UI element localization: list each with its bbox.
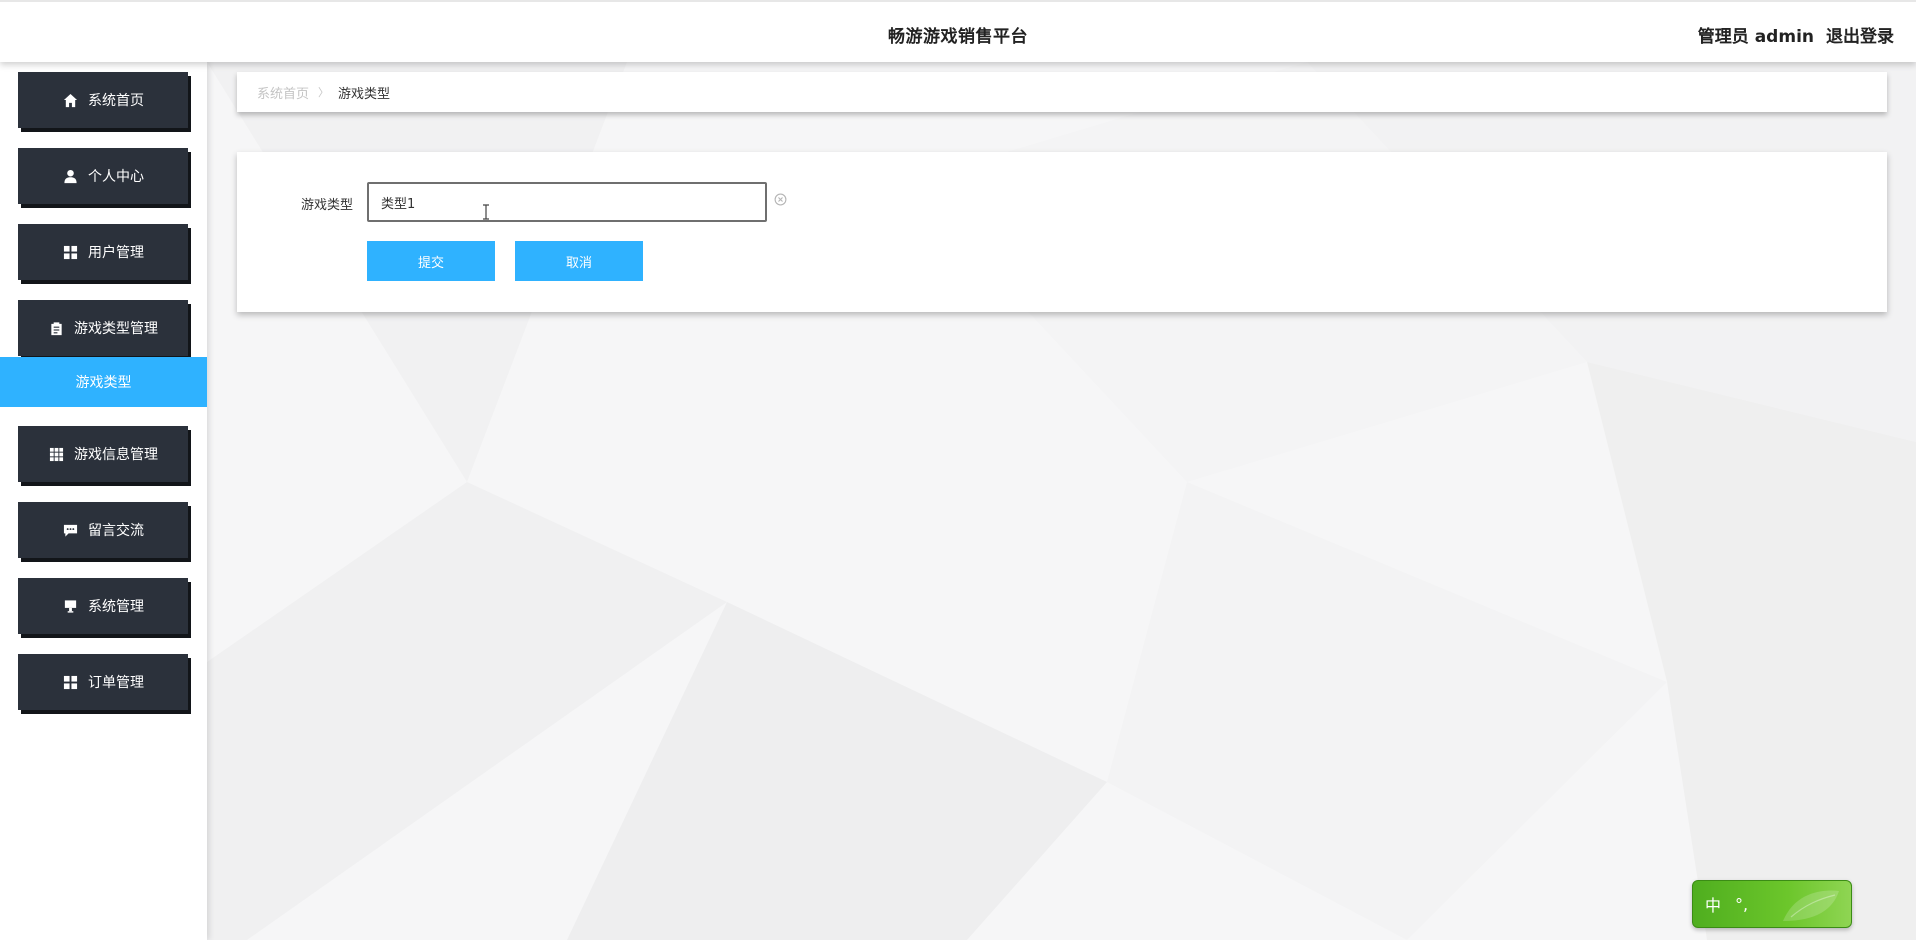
logout-link[interactable]: 退出登录 <box>1826 22 1894 47</box>
top-header: 畅游游戏销售平台 管理员 admin 退出登录 <box>0 0 1916 62</box>
sidebar-subitem-game-type[interactable]: 游戏类型 <box>0 357 207 407</box>
submit-button[interactable]: 提交 <box>367 241 495 281</box>
leaf-icon <box>1777 887 1843 927</box>
sidebar-item-system-management[interactable]: 系统管理 <box>18 578 188 634</box>
home-icon <box>62 92 78 108</box>
sidebar-item-messages[interactable]: 留言交流 <box>18 502 188 558</box>
sidebar-item-label: 订单管理 <box>88 675 144 691</box>
sidebar-item-game-info-management[interactable]: 游戏信息管理 <box>18 426 188 482</box>
sidebar-subitem-label: 游戏类型 <box>75 375 132 391</box>
chat-icon <box>62 522 78 538</box>
user-icon <box>62 168 78 184</box>
grid-icon <box>62 674 78 690</box>
game-type-input[interactable] <box>367 182 767 222</box>
game-type-form: 游戏类型 提交 取消 <box>237 152 1887 312</box>
sidebar-item-label: 个人中心 <box>88 169 144 185</box>
breadcrumb-current: 游戏类型 <box>338 86 391 102</box>
clear-icon[interactable] <box>773 192 787 206</box>
sidebar-item-label: 系统管理 <box>88 599 144 615</box>
breadcrumb-separator: 〉 <box>318 86 330 99</box>
sidebar-item-home[interactable]: 系统首页 <box>18 72 188 128</box>
sidebar-item-game-type-management[interactable]: 游戏类型管理 <box>18 300 188 356</box>
sidebar-item-label: 留言交流 <box>88 523 144 539</box>
clipboard-icon <box>48 320 64 336</box>
sidebar: 系统首页 个人中心 用户管理 游戏类型管理 游戏类型 游戏信息管理 留言交流 系… <box>0 62 207 940</box>
sidebar-item-label: 系统首页 <box>88 93 144 109</box>
user-area: 管理员 admin 退出登录 <box>1698 22 1894 47</box>
current-user-label: 管理员 admin <box>1697 27 1814 47</box>
ime-punctuation-toggle[interactable]: °, <box>1735 895 1748 914</box>
text-cursor-icon <box>482 204 490 220</box>
sidebar-item-order-management[interactable]: 订单管理 <box>18 654 188 710</box>
table-icon <box>48 446 64 462</box>
sidebar-item-user-management[interactable]: 用户管理 <box>18 224 188 280</box>
sidebar-item-label: 游戏信息管理 <box>74 447 158 463</box>
ime-toolbar[interactable]: 中 °, <box>1692 880 1852 928</box>
ime-mode-toggle[interactable]: 中 <box>1705 892 1721 916</box>
grid-icon <box>62 244 78 260</box>
cancel-button[interactable]: 取消 <box>515 241 643 281</box>
app-title: 畅游游戏销售平台 <box>888 27 1028 47</box>
sidebar-item-label: 用户管理 <box>88 245 144 261</box>
sidebar-item-label: 游戏类型管理 <box>74 321 158 337</box>
breadcrumb-home-link[interactable]: 系统首页 <box>257 83 309 102</box>
game-type-label: 游戏类型 <box>301 198 354 213</box>
monitor-icon <box>62 598 78 614</box>
breadcrumb: 系统首页 〉 游戏类型 <box>237 72 1887 112</box>
sidebar-item-personal-center[interactable]: 个人中心 <box>18 148 188 204</box>
